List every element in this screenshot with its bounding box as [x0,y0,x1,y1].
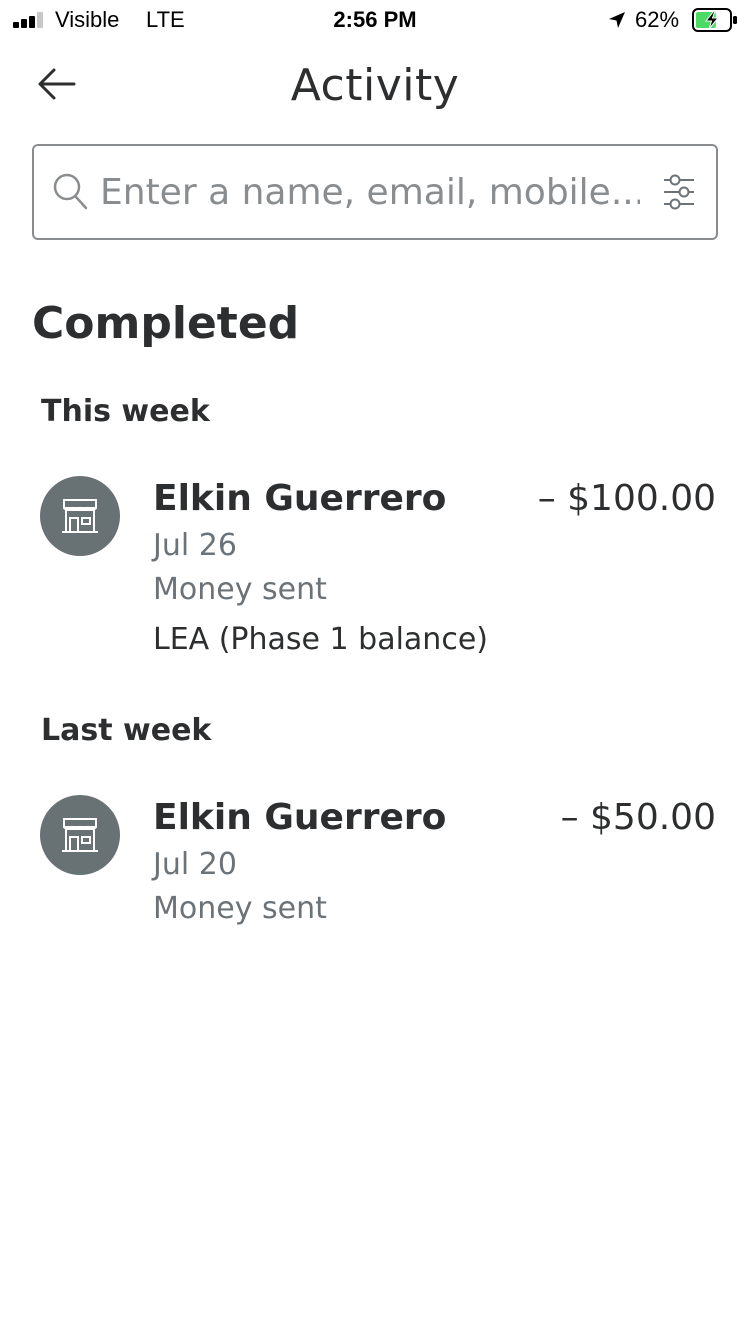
transaction-item[interactable]: Elkin Guerrero – $50.00 Jul 20 Money sen… [0,795,750,935]
transaction-amount: – $50.00 [560,797,716,838]
transaction-name: Elkin Guerrero [153,797,447,838]
transaction-name: Elkin Guerrero [153,478,447,519]
storefront-icon [62,499,98,533]
battery-charging-icon [692,8,737,32]
storefront-icon [62,818,98,852]
location-arrow-icon [609,12,625,28]
filter-sliders-icon[interactable] [662,172,696,212]
transaction-date: Jul 20 [153,847,237,882]
transaction-item[interactable]: Elkin Guerrero – $100.00 Jul 26 Money se… [0,476,750,666]
group-heading-last-week: Last week [41,713,212,748]
page-title: Activity [290,60,460,111]
search-icon [53,173,88,210]
transaction-date: Jul 26 [153,528,237,563]
transaction-note: LEA (Phase 1 balance) [153,622,488,657]
battery-percent: 62% [635,7,680,32]
group-heading-this-week: This week [41,394,210,429]
transaction-type: Money sent [153,891,327,926]
status-bar: Visible LTE 2:56 PM 62% [0,0,750,40]
transaction-type: Money sent [153,572,327,607]
transaction-amount: – $100.00 [537,478,716,519]
avatar [40,476,120,556]
section-title-completed: Completed [32,298,300,349]
avatar [40,795,120,875]
search-box[interactable] [32,144,718,240]
search-input[interactable] [100,166,640,218]
